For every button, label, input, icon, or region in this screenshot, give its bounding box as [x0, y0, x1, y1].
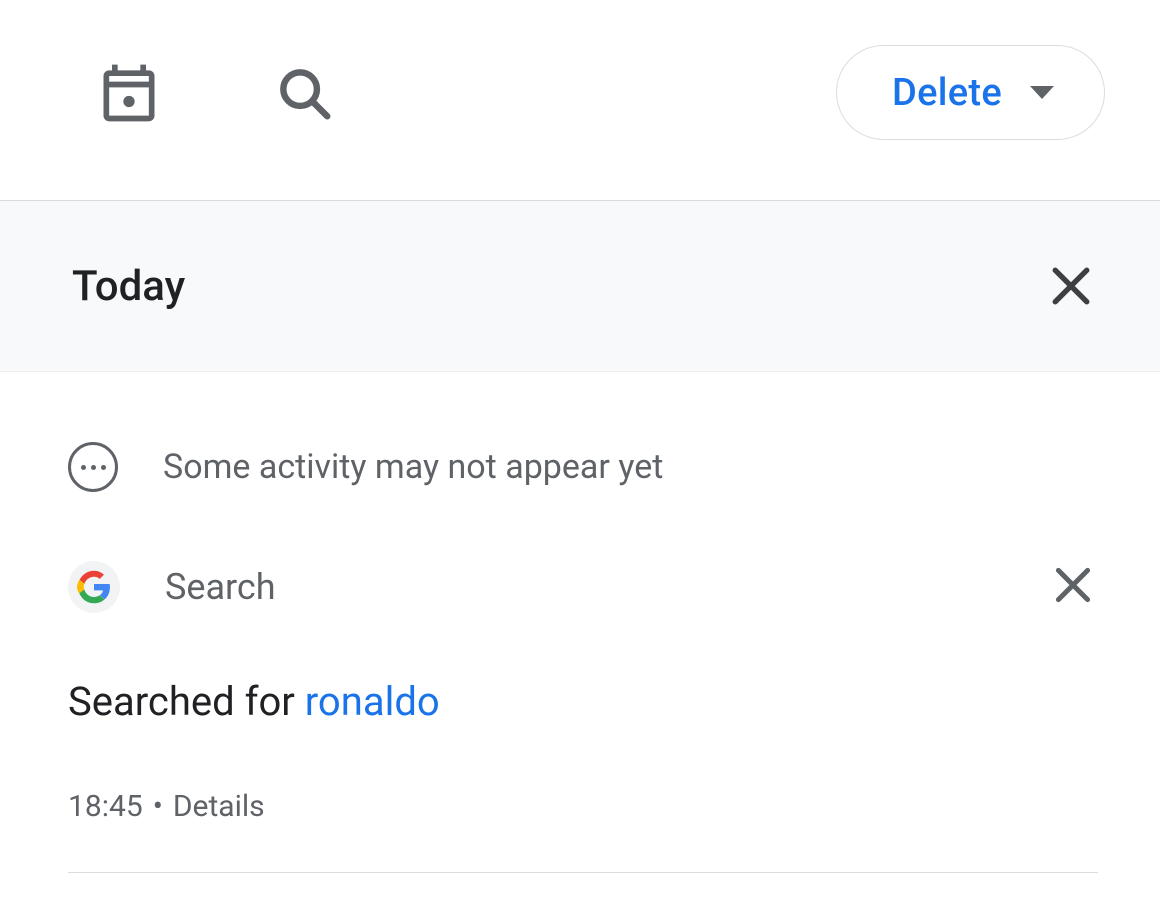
activity-item-header: Search: [68, 560, 1098, 614]
action-prefix: Searched for: [68, 678, 305, 725]
chevron-down-icon: [1030, 86, 1054, 99]
activity-title[interactable]: Searched for ronaldo: [68, 678, 1098, 725]
delete-button[interactable]: Delete: [836, 45, 1105, 140]
close-icon[interactable]: [1044, 259, 1098, 313]
ellipsis-circle-icon: [68, 442, 118, 492]
section-heading: Today: [72, 262, 185, 311]
activity-meta: 18:45 • Details: [68, 789, 1098, 824]
toolbar: Delete: [0, 0, 1160, 200]
notice-text: Some activity may not appear yet: [163, 447, 663, 487]
activity-time: 18:45: [68, 789, 143, 824]
toolbar-left: [95, 59, 335, 127]
separator-dot: •: [153, 789, 163, 824]
delete-label: Delete: [892, 71, 1002, 115]
delete-item-icon[interactable]: [1048, 560, 1098, 614]
google-logo-icon: [68, 561, 120, 613]
search-icon[interactable]: [273, 62, 335, 124]
details-link[interactable]: Details: [173, 789, 265, 824]
activity-list: Some activity may not appear yet Search …: [0, 371, 1160, 873]
calendar-icon[interactable]: [95, 59, 163, 127]
product-name: Search: [165, 566, 276, 608]
divider: [68, 872, 1098, 873]
search-query: ronaldo: [305, 678, 440, 725]
pending-activity-notice: Some activity may not appear yet: [68, 442, 1098, 492]
date-section-header: Today: [0, 200, 1160, 371]
